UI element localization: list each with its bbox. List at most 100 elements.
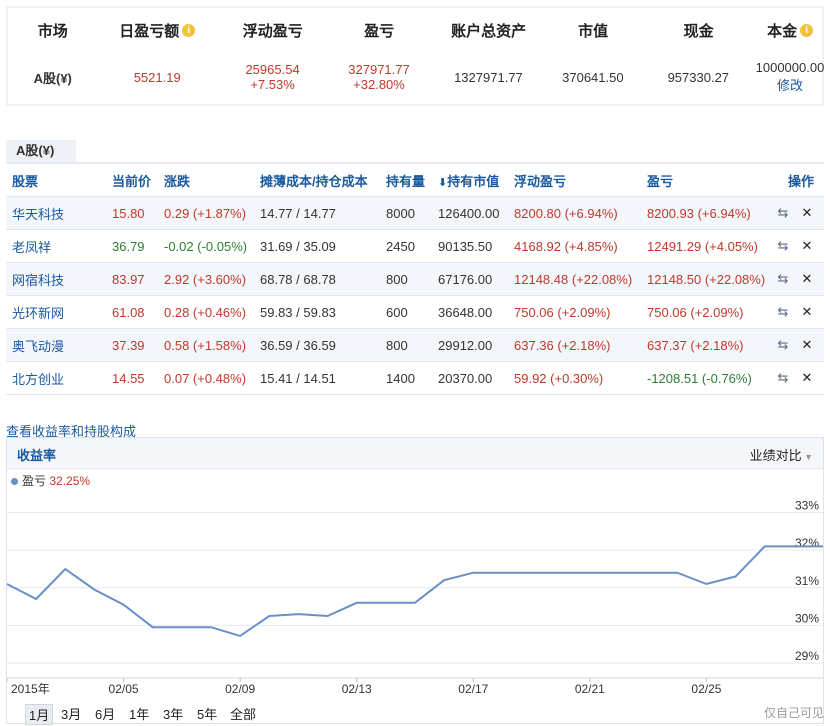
pnl: 637.37 (+2.18%) (641, 328, 769, 362)
cost: 14.77 / 14.77 (254, 196, 380, 230)
row-actions: ⇆ ✕ (769, 361, 824, 395)
pnl: 750.06 (+2.09%) (641, 295, 769, 329)
transfer-icon[interactable]: ⇆ (775, 337, 791, 353)
row-actions: ⇆ ✕ (769, 196, 824, 230)
current-price: 36.79 (106, 229, 158, 263)
edit-principal-link[interactable]: 修改 (777, 75, 803, 94)
range-3m[interactable]: 3月 (61, 704, 81, 723)
row-actions: ⇆ ✕ (769, 295, 824, 329)
price-change: 0.58 (+1.58%) (158, 328, 254, 362)
sort-desc-icon: ⬇ (438, 176, 448, 189)
range-6m[interactable]: 6月 (95, 704, 115, 723)
pnl: -1208.51 (-0.76%) (641, 361, 769, 395)
pnl-amount: 327971.77 (348, 62, 410, 77)
transfer-icon[interactable]: ⇆ (775, 271, 791, 287)
transfer-icon[interactable]: ⇆ (775, 370, 791, 386)
col-stock[interactable]: 股票 (6, 164, 106, 197)
table-row: 光环新网 61.08 0.28 (+0.46%) 59.83 / 59.83 600 36… (6, 295, 824, 329)
principal-amount: 1000000.00 (755, 60, 825, 75)
header-pnl: 盈亏 (364, 22, 395, 40)
header-float-pnl: 浮动盈亏 (242, 22, 303, 40)
daily-pnl-value: 5521.19 (133, 69, 181, 85)
close-icon[interactable]: ✕ (799, 337, 815, 353)
table-row: 北方创业 14.55 0.07 (+0.48%) 15.41 / 14.51 1400 2… (6, 361, 824, 395)
market-value-value: 370641.50 (562, 69, 624, 85)
range-3y[interactable]: 3年 (163, 704, 183, 723)
range-1m[interactable]: 1月 (25, 704, 54, 725)
cash-value: 957330.27 (667, 69, 730, 85)
row-actions: ⇆ ✕ (769, 328, 824, 362)
stock-name[interactable]: 网宿科技 (6, 262, 106, 296)
summary-header: 市场 日盈亏额 i 浮动盈亏 盈亏 账户总资产 市值 现金 本金 i (8, 12, 822, 48)
current-price: 61.08 (106, 295, 158, 329)
col-market-value-label: 持有市值 (447, 173, 500, 189)
stock-name[interactable]: 北方创业 (6, 361, 106, 395)
col-price[interactable]: 当前价 (106, 164, 158, 197)
info-icon[interactable]: i (800, 23, 814, 37)
summary-row: A股(¥) 5521.19 25965.54 +7.53% 327971.77 +3… (8, 52, 825, 102)
float-pnl: 12148.48 (+22.08%) (508, 262, 641, 296)
x-tick-label: 02/09 (225, 682, 255, 696)
range-1y[interactable]: 1年 (129, 704, 149, 723)
returns-chart: 29% 30% 31% 32% 33% 2015年 02/05 02/09 02/13 02/17… (7, 499, 823, 696)
y-tick-label: 32% (795, 536, 819, 550)
range-5y[interactable]: 5年 (197, 704, 217, 723)
range-all[interactable]: 全部 (230, 704, 256, 723)
price-change: 2.92 (+3.60%) (158, 262, 254, 296)
col-actions: 操作 (769, 164, 824, 197)
col-pnl[interactable]: 盈亏 (641, 164, 769, 197)
close-icon[interactable]: ✕ (799, 370, 815, 386)
pnl: 12491.29 (+4.05%) (641, 229, 769, 263)
holding-value: 20370.00 (432, 361, 508, 395)
holding-value: 67176.00 (432, 262, 508, 296)
close-icon[interactable]: ✕ (799, 304, 815, 320)
y-tick-label: 30% (795, 611, 819, 625)
x-tick-label: 02/17 (458, 682, 488, 696)
col-qty[interactable]: 持有量 (380, 164, 432, 197)
transfer-icon[interactable]: ⇆ (775, 205, 791, 221)
returns-chart-panel: 29% 30% 31% 32% 33% 2015年 02/05 02/09 02/13 02/17… (6, 437, 824, 725)
cost: 36.59 / 36.59 (254, 328, 380, 362)
header-principal: 本金 i (758, 12, 822, 48)
stock-name[interactable]: 奥飞动漫 (6, 328, 106, 362)
price-change: 0.29 (+1.87%) (158, 196, 254, 230)
market-name: A股(¥) (33, 70, 72, 86)
table-header: 股票 当前价 涨跌 摊薄成本/持仓成本 持有量 ⬇持有市值 浮动盈亏 盈亏 操作 (6, 164, 824, 197)
close-icon[interactable]: ✕ (799, 238, 815, 254)
holding-value: 90135.50 (432, 229, 508, 263)
x-tick-label: 02/13 (342, 682, 372, 696)
y-tick-label: 29% (795, 649, 819, 663)
tab-a-shares[interactable]: A股(¥) (6, 140, 76, 162)
table-row: 网宿科技 83.97 2.92 (+3.60%) 68.78 / 68.78 800 67… (6, 262, 824, 296)
col-cost[interactable]: 摊薄成本/持仓成本 (254, 164, 380, 197)
stock-name[interactable]: 华天科技 (6, 196, 106, 230)
holding-value: 126400.00 (432, 196, 508, 230)
chevron-down-icon: ▼ (801, 452, 813, 462)
col-float-pnl[interactable]: 浮动盈亏 (508, 164, 641, 197)
legend-series-value: 32.25% (49, 474, 91, 488)
current-price: 83.97 (106, 262, 158, 296)
header-daily-pnl-label: 日盈亏额 (119, 22, 180, 40)
quantity: 2450 (380, 229, 432, 263)
series-dot-icon (11, 478, 18, 485)
stock-name[interactable]: 老凤祥 (6, 229, 106, 263)
table-row: 华天科技 15.80 0.29 (+1.87%) 14.77 / 14.77 8000 1… (6, 196, 824, 230)
principal-value: 1000000.00 修改 (755, 52, 825, 102)
close-icon[interactable]: ✕ (799, 271, 815, 287)
info-icon[interactable]: i (182, 23, 196, 37)
stock-name[interactable]: 光环新网 (6, 295, 106, 329)
cost: 31.69 / 35.09 (254, 229, 380, 263)
current-price: 15.80 (106, 196, 158, 230)
transfer-icon[interactable]: ⇆ (775, 238, 791, 254)
compare-dropdown[interactable]: 业绩对比 ▼ (750, 445, 813, 464)
col-change[interactable]: 涨跌 (158, 164, 254, 197)
cost: 59.83 / 59.83 (254, 295, 380, 329)
col-market-value[interactable]: ⬇持有市值 (432, 164, 508, 197)
cost: 68.78 / 68.78 (254, 262, 380, 296)
x-tick-label: 02/21 (575, 682, 605, 696)
header-cash: 现金 (683, 22, 714, 40)
close-icon[interactable]: ✕ (799, 205, 815, 221)
header-market: 市场 (37, 22, 68, 40)
transfer-icon[interactable]: ⇆ (775, 304, 791, 320)
float-pnl: 59.92 (+0.30%) (508, 361, 641, 395)
